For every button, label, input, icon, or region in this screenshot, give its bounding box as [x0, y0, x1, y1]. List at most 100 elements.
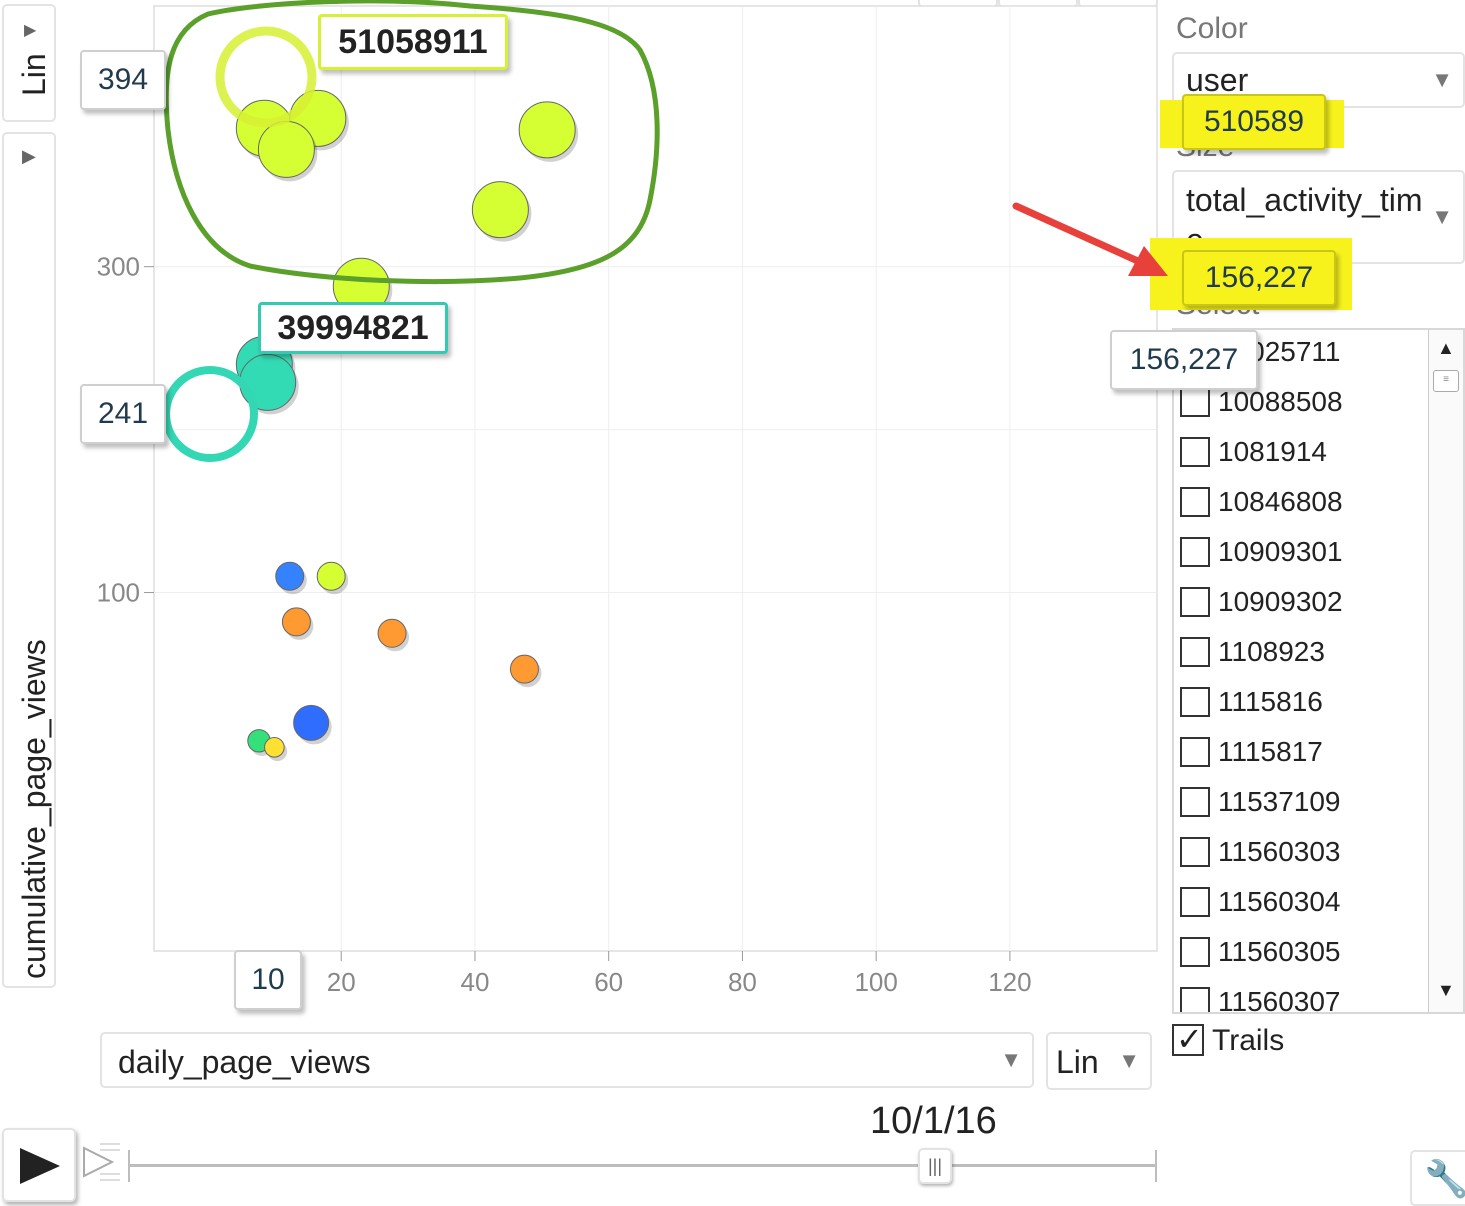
- y-tick-label: 100: [97, 578, 140, 608]
- tooltip-text: 394: [97, 63, 149, 96]
- x-tick-label: 60: [594, 967, 623, 997]
- tooltip-text: 156,227: [1129, 343, 1239, 376]
- point-label-51058911: 51058911: [318, 14, 508, 70]
- list-item[interactable]: 11560304: [1180, 877, 1341, 927]
- x-scale-label: Lin: [1056, 1044, 1099, 1080]
- size-value-tooltip: 156,227: [1182, 250, 1336, 306]
- point-label-39994821: 39994821: [258, 302, 448, 354]
- list-item-label: 1081914: [1218, 436, 1328, 467]
- list-item-label: 11560304: [1218, 886, 1341, 917]
- list-item-label: 1115817: [1218, 736, 1323, 767]
- tooltip-text: 241: [97, 397, 149, 430]
- list-item-label: 1115816: [1218, 686, 1323, 717]
- settings-button[interactable]: 🔧: [1410, 1150, 1465, 1206]
- data-point[interactable]: [264, 737, 285, 758]
- list-item-checkbox[interactable]: [1180, 737, 1210, 767]
- list-item-label: 11560307: [1218, 986, 1341, 1014]
- tooltip-text: 10: [251, 963, 285, 996]
- list-item-label: 11560305: [1218, 936, 1341, 967]
- select-list-items: 10025711 10088508 1081914 10846808 10909301 1…: [1174, 330, 1430, 1014]
- list-item-checkbox[interactable]: [1180, 437, 1210, 467]
- list-item[interactable]: 11560303: [1180, 827, 1341, 877]
- list-item-checkbox[interactable]: [1180, 537, 1210, 567]
- list-item[interactable]: 11560305: [1180, 927, 1341, 977]
- list-item[interactable]: 10909302: [1180, 577, 1343, 627]
- chevron-down-icon: ▼: [1118, 1048, 1140, 1073]
- list-item-label: 11560303: [1218, 836, 1341, 867]
- list-item[interactable]: 1115816: [1180, 677, 1323, 727]
- timeline-track[interactable]: [128, 1164, 1156, 1167]
- scroll-thumb[interactable]: ≡: [1433, 370, 1459, 392]
- x-tick-labels: 20 40 60 80 100 120: [327, 967, 1032, 997]
- chart-svg: 100200300 20406080100120: [97, 0, 1158, 997]
- list-item-checkbox[interactable]: [1180, 387, 1210, 417]
- list-item-checkbox[interactable]: [1180, 837, 1210, 867]
- scrollbar[interactable]: ▲ ≡ ▼: [1428, 330, 1463, 1012]
- list-item-checkbox[interactable]: [1180, 987, 1210, 1012]
- trails-label: Trails: [1212, 1024, 1285, 1057]
- list-item[interactable]: 1115817: [1180, 727, 1323, 777]
- color-label: Color: [1176, 12, 1248, 45]
- x-variable-selector[interactable]: daily_page_views ▼: [100, 1032, 1034, 1088]
- list-item-checkbox[interactable]: [1180, 587, 1210, 617]
- tooltip-text: 510589: [1203, 105, 1305, 138]
- list-item-checkbox[interactable]: [1180, 787, 1210, 817]
- list-item[interactable]: 11560307: [1180, 977, 1341, 1014]
- list-item-label: 1108923: [1218, 636, 1325, 667]
- y-tick-label: 300: [97, 252, 140, 282]
- list-item-checkbox[interactable]: [1180, 937, 1210, 967]
- list-item-checkbox[interactable]: [1180, 487, 1210, 517]
- list-item[interactable]: 11537109: [1180, 777, 1341, 827]
- list-item[interactable]: 1081914: [1180, 427, 1327, 477]
- timeline-start-tick: [128, 1150, 130, 1182]
- size-legend-tooltip: 156,227: [1110, 330, 1258, 390]
- point-label-text: 39994821: [277, 308, 429, 347]
- play-button[interactable]: [2, 1128, 76, 1202]
- list-item[interactable]: 1108923: [1180, 627, 1325, 677]
- x-tick-label: 100: [854, 967, 897, 997]
- data-point[interactable]: [239, 353, 297, 411]
- color-value-tooltip: 510589: [1182, 94, 1326, 150]
- select-list[interactable]: 10025711 10088508 1081914 10846808 10909301 1…: [1172, 328, 1465, 1014]
- data-point[interactable]: [377, 618, 407, 648]
- tooltip-text: 156,227: [1204, 261, 1314, 294]
- list-item-checkbox[interactable]: [1180, 637, 1210, 667]
- play-icon: [20, 1148, 60, 1184]
- x-tick-label: 80: [728, 967, 757, 997]
- data-point[interactable]: [471, 181, 529, 239]
- list-item-label: 10846808: [1218, 486, 1343, 517]
- x-value-tooltip-10: 10: [234, 950, 302, 1010]
- data-point[interactable]: [316, 561, 346, 591]
- trails-checkbox[interactable]: ✓: [1172, 1021, 1204, 1057]
- data-point[interactable]: [293, 704, 330, 741]
- chevron-down-icon: ▼: [1000, 1047, 1022, 1072]
- data-point[interactable]: [518, 101, 576, 159]
- y-value-tooltip-241: 241: [80, 384, 166, 444]
- list-item-checkbox[interactable]: [1180, 887, 1210, 917]
- x-tick-label: 20: [327, 967, 356, 997]
- x-tick-label: 40: [460, 967, 489, 997]
- checkmark-icon: ✓: [1176, 1021, 1203, 1057]
- timeline-slider-handle[interactable]: |||: [918, 1148, 952, 1184]
- chevron-down-icon: ▼: [1431, 67, 1453, 92]
- x-scale-selector[interactable]: Lin ▼: [1046, 1032, 1152, 1090]
- point-label-text: 51058911: [338, 22, 488, 61]
- scroll-up-icon[interactable]: ▲: [1437, 338, 1455, 359]
- data-point[interactable]: [509, 654, 539, 684]
- x-variable-label: daily_page_views: [118, 1044, 371, 1080]
- list-item-label: 10088508: [1218, 386, 1343, 417]
- y-value-tooltip-394: 394: [80, 50, 166, 110]
- data-point[interactable]: [257, 120, 315, 178]
- wrench-icon: 🔧: [1424, 1158, 1465, 1199]
- x-tick-label: 120: [988, 967, 1031, 997]
- speed-icon[interactable]: [80, 1140, 124, 1190]
- data-point[interactable]: [281, 607, 311, 637]
- data-point[interactable]: [275, 561, 305, 591]
- list-item-checkbox[interactable]: [1180, 687, 1210, 717]
- chevron-down-icon: ▼: [1431, 204, 1453, 229]
- date-label: 10/1/16: [870, 1100, 997, 1142]
- list-item[interactable]: 10909301: [1180, 527, 1343, 577]
- list-item[interactable]: 10846808: [1180, 477, 1343, 527]
- scroll-down-icon[interactable]: ▼: [1437, 980, 1455, 1001]
- timeline-end-tick: [1155, 1150, 1157, 1182]
